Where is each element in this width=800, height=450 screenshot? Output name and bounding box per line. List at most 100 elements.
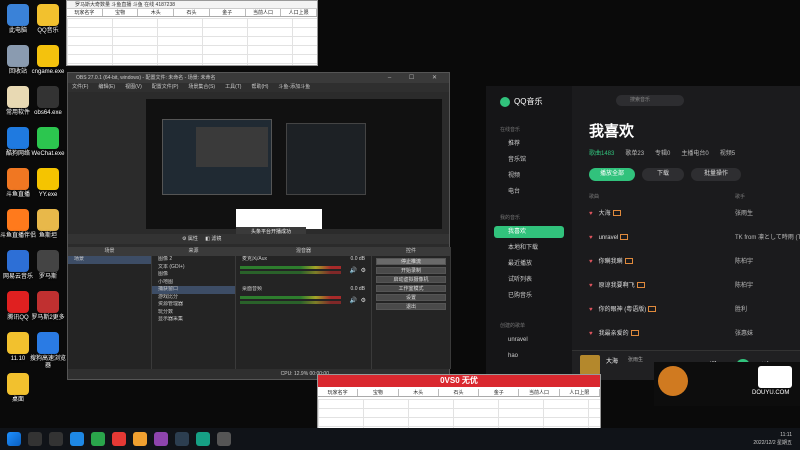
download-button[interactable]: 下载 [642,168,684,181]
control-button[interactable]: 设置 [376,294,446,301]
qq-music-window[interactable]: QQ音乐 在线音乐 我的音乐 创建的歌单 推荐 音乐馆 视频 电台 我喜欢 本地和下载 最近… [486,86,800,380]
sidebar-item[interactable]: 推荐 [494,138,564,150]
tab[interactable]: 专辑0 [655,148,670,157]
app-icon-3[interactable] [154,432,168,446]
scene-item[interactable]: 场景 [68,256,151,264]
obs-menu-item[interactable]: 帮助(H) [251,83,268,92]
volume-slider[interactable] [240,301,341,304]
desktop-icon[interactable]: 鱼斯坦 [30,209,66,240]
gear-icon[interactable]: ⚙ [361,267,366,274]
heart-icon[interactable]: ♥ [589,211,593,217]
sidebar-item[interactable]: 本地和下载 [494,242,564,254]
source-item[interactable]: 文本 (GDI+) [152,264,235,272]
sidebar-item[interactable]: 试听列表 [494,274,564,286]
sidebar-item[interactable]: 电台 [494,186,564,198]
sheet-column-header: 玩家名字 [318,389,359,396]
volume-slider[interactable] [240,271,341,274]
song-row[interactable]: ♥ 我最亲爱的 张惠妹 [589,326,800,342]
source-item[interactable]: 小地图 [152,279,235,287]
song-row[interactable]: ♥ unravel TK from 凛として時雨 (TK fro [589,230,800,246]
speaker-icon[interactable]: 🔊 [350,297,357,304]
search-input[interactable]: 搜索音乐 [616,95,684,106]
gear-icon[interactable]: ⚙ [361,297,366,304]
source-item[interactable]: 玩分数 [152,309,235,317]
clock[interactable]: 11:11 2022/12/2 星期五 [753,431,792,447]
sidebar-item[interactable]: 最近播放 [494,258,564,270]
obs-menu-item[interactable]: 编辑(E) [98,83,115,92]
app-icon-6[interactable] [217,432,231,446]
source-item[interactable]: 显示器采集 [152,316,235,324]
sheet-top-window[interactable]: 罗马斯大奇数量 斗鱼直播 斗鱼 在线 4187238 玩家名字 宝物 木头 石头 金子当… [66,0,318,66]
tab[interactable]: 歌曲1483 [589,148,614,157]
song-row[interactable]: ♥ 你的眼神 (粤语版) 胜利 [589,302,800,318]
obs-menu-item[interactable]: 配置文件(P) [152,83,179,92]
song-row[interactable]: ♥ 你瞒我瞒 陈柏宇 [589,254,800,270]
desktop-icon[interactable]: cngame.exe [30,45,66,76]
speaker-icon[interactable]: 🔊 [350,267,357,274]
control-button[interactable]: 工作室模式 [376,285,446,292]
source-item[interactable]: 捕获窗口 [152,286,235,294]
source-item[interactable]: 图像 [152,271,235,279]
source-item[interactable]: 资源管理器 [152,301,235,309]
control-button[interactable]: 启动虚拟摄像机 [376,276,446,283]
source-item[interactable]: 图像 2 [152,256,235,264]
control-button[interactable]: 退出 [376,303,446,310]
obs-menu-item[interactable]: 斗鱼-添加斗鱼 [278,83,310,92]
desktop-icon[interactable]: 罗马斯2更多 [30,291,66,322]
app-icon-5[interactable] [196,432,210,446]
app-icon-4[interactable] [175,432,189,446]
heart-icon[interactable]: ♥ [589,259,593,265]
filters-button[interactable]: 滤镜 [211,236,221,242]
tab[interactable]: 视频5 [720,148,735,157]
section-mine: 我的音乐 [500,215,521,221]
qq-logo-icon [500,96,510,107]
obs-menu-item[interactable]: 文件(F) [72,83,88,92]
obs-window[interactable]: OBS 27.0.1 (64-bit, windows) - 配置文件: 未命名… [67,72,451,380]
browser-icon[interactable] [91,432,105,446]
desktop-icon[interactable]: YY.exe [30,168,66,199]
sidebar-item[interactable]: 音乐馆 [494,154,564,166]
obs-menu-item[interactable]: 视图(V) [125,83,142,92]
heart-icon[interactable]: ♥ [589,283,593,289]
desktop-icon[interactable]: 桌面 [0,373,36,404]
desktop-icon[interactable]: WeChat.exe [30,127,66,158]
start-button[interactable] [7,432,21,446]
batch-button[interactable]: 批量操作 [691,168,741,181]
gear-icon[interactable]: ⚙ [182,236,186,242]
song-row[interactable]: ♥ 大海 张雨生 [589,206,800,222]
app-icon-2[interactable] [133,432,147,446]
control-button[interactable]: 停止推流 [376,258,446,265]
heart-icon[interactable]: ♥ [589,331,593,337]
obs-preview[interactable]: 头条平台开播成功 [146,99,442,237]
edge-icon[interactable] [70,432,84,446]
filter-icon[interactable]: ◧ [205,236,210,242]
mixer-level: 0.0 dB [350,286,365,292]
tab[interactable]: 主播电台0 [681,148,708,157]
desktop-icon[interactable]: 搜狗高速浏览器 [30,332,66,369]
heart-icon[interactable]: ♥ [589,307,593,313]
desktop-icon[interactable]: obs64.exe [30,86,66,117]
sidebar-item[interactable]: 我喜欢 [494,226,564,238]
sidebar-item[interactable]: 已购音乐 [494,290,564,302]
source-item[interactable]: 游戏比分 [152,294,235,302]
taskview-icon[interactable] [49,432,63,446]
song-row[interactable]: ♥ 原谅我要啊飞 陈柏宇 [589,278,800,294]
heart-icon[interactable]: ♥ [589,235,593,241]
properties-button[interactable]: 属性 [188,236,198,242]
window-controls[interactable]: – ☐ ✕ [388,73,445,83]
control-button[interactable]: 开始录制 [376,267,446,274]
search-taskbar-icon[interactable] [28,432,42,446]
sidebar-item[interactable]: 视频 [494,170,564,182]
play-all-button[interactable]: 播放全部 [589,168,635,181]
desktop-icon[interactable]: 罗马斯 [30,250,66,281]
sidebar-item[interactable]: unravel [494,334,564,346]
sheet-top-header: 玩家名字 宝物 木头 石头 金子 当前人口 人口上限 [67,9,318,17]
obs-menu-item[interactable]: 场景集合(S) [188,83,215,92]
desktop-icon[interactable]: QQ音乐 [30,4,66,35]
app-icon-1[interactable] [112,432,126,446]
sheet-bottom-window[interactable]: 0VS0 无优 玩家名字 宝物 木头 石头 金子 当前人口 人口上限 [317,374,601,430]
obs-menu-item[interactable]: 工具(T) [225,83,241,92]
desktop-icon-image [7,4,29,26]
sidebar-item[interactable]: hao [494,350,564,362]
tab[interactable]: 歌单23 [625,148,644,157]
